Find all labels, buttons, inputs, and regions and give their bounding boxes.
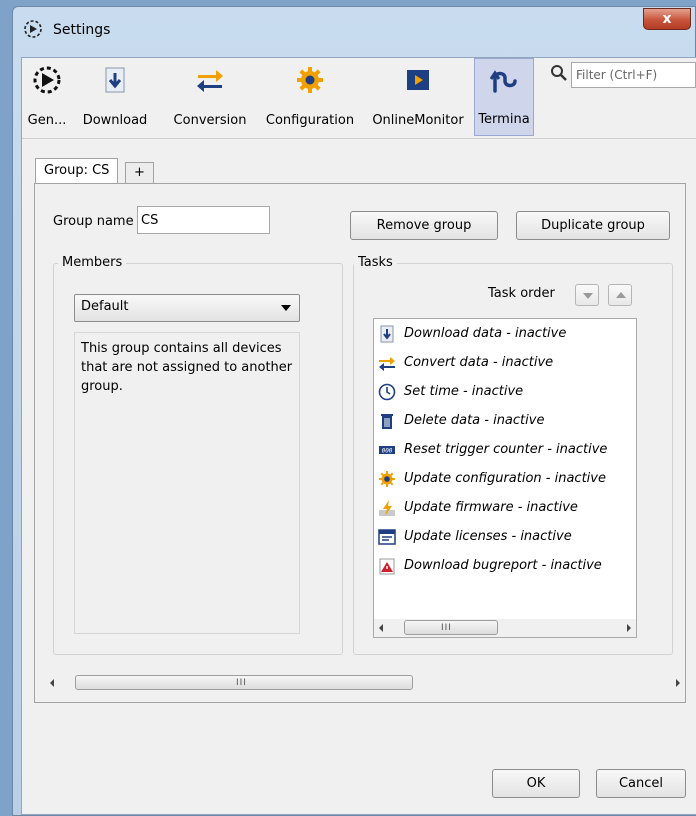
convert-icon — [379, 357, 395, 371]
panel-scrollbar[interactable]: III — [45, 674, 685, 692]
arrow-up-icon — [616, 292, 626, 298]
scroll-left-icon — [379, 624, 383, 632]
scroll-right-icon — [627, 624, 631, 632]
group-name-label: Group name — [53, 214, 134, 229]
task-list-scrollbar[interactable]: III — [374, 619, 636, 637]
search-icon — [551, 65, 567, 81]
group-name-input[interactable] — [137, 206, 270, 234]
scrollbar-thumb[interactable]: III — [404, 620, 498, 635]
tab-add-group[interactable]: + — [125, 162, 154, 184]
conversion-icon — [197, 70, 223, 92]
online-monitor-icon — [407, 70, 429, 90]
toolbar-terminal[interactable]: Termina — [474, 58, 534, 136]
close-button[interactable]: x — [643, 8, 691, 30]
task-order-label: Task order — [488, 286, 555, 301]
scrollbar-thumb[interactable]: III — [75, 675, 413, 690]
download-icon — [380, 325, 394, 343]
firmware-icon — [379, 500, 395, 516]
svg-text:000: 000 — [382, 448, 393, 455]
download-icon — [105, 67, 125, 93]
cancel-button[interactable]: Cancel — [596, 769, 686, 798]
task-list[interactable]: Download data - inactive Convert data - … — [373, 318, 637, 638]
toolbar-download[interactable]: Download — [72, 58, 158, 136]
members-groupbox: Members Default This group contains all … — [53, 255, 343, 655]
toolbar-onlinemonitor[interactable]: OnlineMonitor — [364, 58, 472, 136]
settings-toolbar: Gen... Download Conversion Configuration… — [22, 58, 696, 139]
task-move-down-button[interactable] — [575, 284, 599, 306]
gear-icon — [379, 471, 395, 487]
license-icon — [378, 529, 396, 545]
toolbar-general[interactable]: Gen... — [26, 58, 68, 136]
duplicate-group-button[interactable]: Duplicate group — [516, 211, 670, 240]
members-title: Members — [58, 255, 127, 270]
scroll-right-icon — [676, 679, 680, 687]
configuration-gear-icon — [297, 67, 323, 93]
clock-icon — [378, 383, 396, 401]
settings-window: Settings x Gen... Download Conversion Co… — [12, 6, 696, 816]
remove-group-button[interactable]: Remove group — [350, 211, 498, 240]
members-selected-value: Default — [81, 299, 129, 314]
toolbar-label: Download — [82, 113, 148, 128]
toolbar-label: Termina — [478, 112, 530, 127]
toolbar-label: OnlineMonitor — [372, 113, 464, 128]
chevron-down-icon — [281, 305, 291, 311]
window-title: Settings — [53, 22, 111, 38]
members-description: This group contains all devices that are… — [74, 332, 300, 634]
client-area: Gen... Download Conversion Configuration… — [21, 57, 696, 815]
group-panel: Group name Remove group Duplicate group … — [34, 183, 686, 703]
toolbar-label: Configuration — [265, 113, 355, 128]
toolbar-conversion[interactable]: Conversion — [162, 58, 258, 136]
task-move-up-button[interactable] — [608, 284, 632, 306]
settings-app-icon — [24, 20, 42, 38]
toolbar-configuration[interactable]: Configuration — [260, 58, 360, 136]
terminal-icon — [489, 70, 517, 93]
toolbar-label: Conversion — [173, 113, 247, 128]
scroll-left-icon — [50, 679, 54, 687]
arrow-down-icon — [583, 293, 593, 299]
tasks-title: Tasks — [354, 255, 397, 270]
tab-group-cs[interactable]: Group: CS — [35, 158, 119, 184]
counter-icon: 000 — [379, 446, 395, 455]
members-select[interactable]: Default — [74, 294, 300, 322]
trash-icon — [381, 414, 393, 429]
ok-button[interactable]: OK — [492, 769, 580, 798]
bugreport-icon — [379, 558, 395, 575]
general-icon — [33, 66, 61, 94]
filter-input[interactable] — [571, 62, 696, 88]
toolbar-label: Gen... — [27, 113, 67, 128]
tasks-groupbox: Tasks Task order Download data - inactiv… — [353, 255, 673, 655]
title-bar[interactable]: Settings x — [13, 7, 695, 51]
